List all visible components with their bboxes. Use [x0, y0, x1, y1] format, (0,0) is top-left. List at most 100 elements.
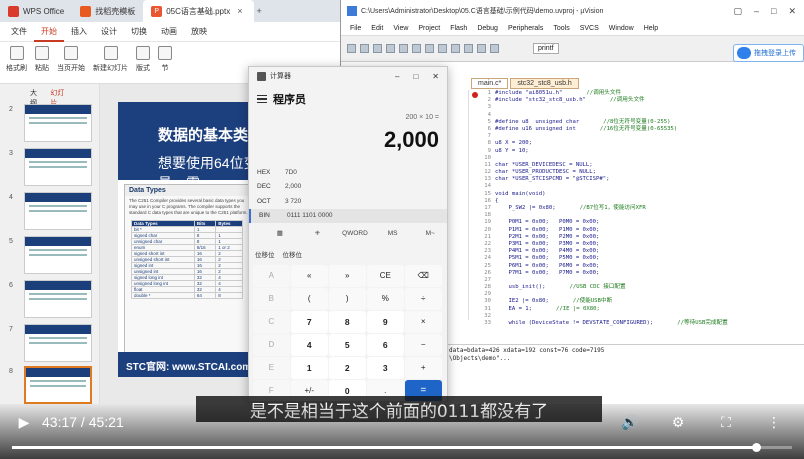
bitwise-dropdown[interactable]: 位移位 — [255, 249, 275, 259]
play-from-current-button[interactable]: 当页开始 — [57, 46, 85, 73]
menu-home[interactable]: 开始 — [34, 22, 64, 42]
new-slide-button[interactable]: 新建幻灯片 — [93, 46, 128, 73]
thumbnail-row[interactable]: 3 — [0, 148, 100, 186]
window-icon[interactable]: ▢ — [733, 6, 742, 17]
cut-icon[interactable] — [386, 44, 395, 53]
close-icon[interactable]: ✕ — [432, 72, 439, 81]
key-9[interactable]: ÷ — [405, 288, 442, 310]
thumbnail-row[interactable]: 4 — [0, 192, 100, 230]
key-16[interactable]: 4 — [291, 334, 328, 356]
thumbnail-row[interactable]: 5 — [0, 236, 100, 274]
word-size-button[interactable]: QWORD — [336, 230, 374, 237]
key-14[interactable]: × — [405, 311, 442, 333]
menu-slideshow[interactable]: 放映 — [184, 26, 214, 37]
keil-menu-window[interactable]: Window — [604, 25, 639, 32]
keil-menu-view[interactable]: View — [388, 25, 413, 32]
key-21[interactable]: 1 — [291, 357, 328, 379]
key-5[interactable]: B — [253, 288, 290, 310]
keil-menu-tools[interactable]: Tools — [548, 25, 574, 32]
minimize-icon[interactable]: – — [395, 72, 399, 81]
section-button[interactable]: 节 — [158, 46, 172, 73]
radix-hex[interactable]: HEX 7D0 — [249, 165, 447, 180]
slide-thumbnail[interactable] — [24, 236, 92, 274]
keil-menu-file[interactable]: File — [345, 25, 366, 32]
thumbnail-row[interactable]: 8 — [0, 366, 100, 404]
open-file-icon[interactable] — [360, 44, 369, 53]
key-22[interactable]: 2 — [329, 357, 366, 379]
settings-icon[interactable]: ⚙ — [664, 408, 692, 436]
debug-icon[interactable] — [490, 44, 499, 53]
build-icon[interactable] — [451, 44, 460, 53]
cloud-upload-button[interactable]: 拖拽登录上传 — [733, 44, 804, 62]
thumbnail-row[interactable]: 2 — [0, 104, 100, 142]
menu-insert[interactable]: 插入 — [64, 26, 94, 37]
keil-menu-help[interactable]: Help — [639, 25, 663, 32]
paste-button[interactable]: 粘贴 — [35, 46, 49, 73]
rebuild-icon[interactable] — [464, 44, 473, 53]
paste-icon[interactable] — [412, 44, 421, 53]
key-11[interactable]: 7 — [291, 311, 328, 333]
key-19[interactable]: − — [405, 334, 442, 356]
thumbnail-row[interactable]: 6 — [0, 280, 100, 318]
key-15[interactable]: D — [253, 334, 290, 356]
volume-icon[interactable]: 🔊 — [616, 408, 644, 436]
key-2[interactable]: » — [329, 265, 366, 287]
maximize-icon[interactable]: □ — [771, 6, 776, 17]
slide-canvas[interactable]: 数据的基本类型 想要使用64位变量，需 Data Types The C251 … — [118, 102, 268, 377]
close-icon[interactable]: ✕ — [788, 6, 796, 17]
layout-button[interactable]: 版式 — [136, 46, 150, 73]
menu-transition[interactable]: 切换 — [124, 26, 154, 37]
maximize-icon[interactable]: □ — [413, 72, 418, 81]
slide-thumbnail[interactable] — [24, 104, 92, 142]
tab-template[interactable]: 找稻壳模板 — [72, 0, 143, 22]
minimize-icon[interactable]: – — [754, 6, 759, 17]
play-icon[interactable]: ▶ — [10, 408, 38, 436]
menu-file[interactable]: 文件 — [4, 26, 34, 37]
save-icon[interactable] — [373, 44, 382, 53]
fullscreen-icon[interactable]: ⛶ — [712, 408, 740, 436]
radix-dec[interactable]: DEC 2,000 — [249, 180, 447, 195]
radix-bin[interactable]: BIN 0111 1101 0000 — [249, 208, 447, 223]
slide-thumbnail[interactable] — [24, 192, 92, 230]
key-7[interactable]: ) — [329, 288, 366, 310]
close-tab-icon[interactable]: × — [234, 6, 245, 16]
target-select[interactable]: printf — [533, 43, 559, 54]
key-23[interactable]: 3 — [367, 357, 404, 379]
key-1[interactable]: « — [291, 265, 328, 287]
keil-menu-flash[interactable]: Flash — [445, 25, 472, 32]
key-8[interactable]: % — [367, 288, 404, 310]
key-10[interactable]: C — [253, 311, 290, 333]
full-keypad-button[interactable]: ▦ — [261, 229, 299, 237]
key-13[interactable]: 9 — [367, 311, 404, 333]
code-editor[interactable]: 1 #include "ai8051u.h"//调用头文件 2 #include "s… — [468, 90, 804, 326]
thumbnail-row[interactable]: 7 — [0, 324, 100, 362]
slide-thumbnail[interactable] — [24, 280, 92, 318]
keil-menu-peripherals[interactable]: Peripherals — [503, 25, 548, 32]
bitshift-dropdown[interactable]: 位移位 — [283, 249, 303, 259]
editor-tab-header[interactable]: stc32_stc8_usb.h — [510, 78, 579, 89]
key-3[interactable]: CE — [367, 265, 404, 287]
keil-menu-edit[interactable]: Edit — [366, 25, 388, 32]
editor-tab-main[interactable]: main.c* — [471, 78, 509, 89]
key-20[interactable]: E — [253, 357, 290, 379]
key-4[interactable]: ⌫ — [405, 265, 442, 287]
key-6[interactable]: ( — [291, 288, 328, 310]
keil-menu-debug[interactable]: Debug — [472, 25, 503, 32]
slide-thumbnail[interactable] — [24, 148, 92, 186]
redo-icon[interactable] — [438, 44, 447, 53]
breakpoint-icon[interactable] — [472, 92, 478, 98]
progress-bar[interactable] — [12, 443, 792, 452]
tab-wps-office[interactable]: WPS Office — [0, 0, 72, 22]
format-painter-button[interactable]: 格式刷 — [6, 46, 27, 73]
key-0[interactable]: A — [253, 265, 290, 287]
menu-animation[interactable]: 动画 — [154, 26, 184, 37]
menu-hamburger-icon[interactable] — [257, 95, 267, 103]
memory-list-button[interactable]: M~ — [411, 230, 447, 237]
keil-menu-svcs[interactable]: SVCS — [575, 25, 604, 32]
tab-pptx[interactable]: P 05C语言基础.pptx × — [143, 0, 254, 22]
key-24[interactable]: + — [405, 357, 442, 379]
bit-toggle-button[interactable]: ⁜ — [299, 229, 337, 237]
new-tab-icon[interactable]: + — [254, 6, 265, 16]
slide-thumbnail-selected[interactable] — [24, 366, 92, 404]
menu-design[interactable]: 设计 — [94, 26, 124, 37]
